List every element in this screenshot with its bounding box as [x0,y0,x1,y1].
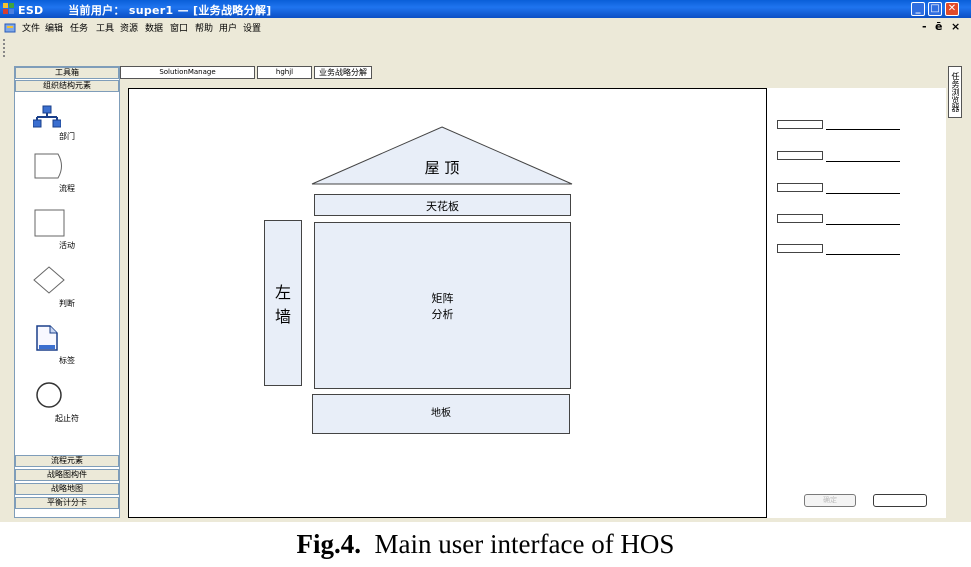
activity-icon [34,209,65,237]
tool-terminator-label: 起止符 [55,414,79,423]
menu-window[interactable]: 窗口 [170,21,188,34]
terminator-circle-icon [36,382,62,408]
tool-process[interactable]: 流程 [15,153,119,193]
document-tabs: SolutionManage hghjl 业务战略分解 [120,66,946,84]
menu-edit[interactable]: 编辑 [45,21,63,34]
figure-caption: Fig.4. Main user interface of HOS [0,524,971,564]
close-button[interactable]: ✕ [945,2,959,16]
tool-process-label: 流程 [59,184,75,193]
property-line-1 [826,129,900,130]
menu-resources[interactable]: 资源 [120,21,138,34]
toolbox-header[interactable]: 工具箱 [15,67,119,79]
toolbox-section-org[interactable]: 组织结构元素 [15,80,119,92]
menu-user[interactable]: 用户 [219,21,237,34]
toolbox-section-strategy-parts[interactable]: 战略图构件 [15,469,119,481]
mdi-close-button[interactable]: × [951,20,960,33]
property-line-5 [826,254,900,255]
tool-terminator[interactable]: 起止符 [15,381,119,425]
menu-file[interactable]: 文件 [22,21,40,34]
toolbar-grip[interactable] [3,39,6,57]
mdi-minimize-button[interactable]: - [922,20,927,33]
property-input-2[interactable] [777,151,823,160]
tab-solution-manage[interactable]: SolutionManage [120,66,255,79]
title-bar: ESD 当前用户： super1 — [业务战略分解] _ □ ✕ [0,0,971,18]
tool-label-label: 标签 [59,356,75,365]
property-input-1[interactable] [777,120,823,129]
matrix-analysis-box[interactable]: 矩阵 分析 [314,222,571,389]
menu-help[interactable]: 帮助 [195,21,213,34]
tool-decision-label: 判断 [59,299,75,308]
toolbox-section-strategy-map[interactable]: 战略地图 [15,483,119,495]
roof-label: 屋 顶 [424,159,460,177]
tab-strategy-decomposition[interactable]: 业务战略分解 [314,66,372,79]
secondary-button[interactable] [873,494,927,507]
left-wall-label-1: 左 [274,283,291,302]
window-title: ESD 当前用户： super1 — [业务战略分解] [18,4,272,17]
tool-activity-label: 活动 [59,241,75,250]
toolbox-panel: 工具箱 组织结构元素 部门 流程 活动 判断 标签 起止符 流程元素 战略图构件… [14,66,120,518]
department-icon [33,105,61,128]
minimize-button[interactable]: _ [911,2,925,16]
property-line-4 [826,224,900,225]
tool-label[interactable]: 标签 [15,325,119,365]
app-icon [3,3,14,14]
app-window: ESD 当前用户： super1 — [业务战略分解] _ □ ✕ 文件 编辑 … [0,0,971,522]
property-line-3 [826,193,900,194]
tool-department[interactable]: 部门 [15,105,119,141]
figure-number: Fig.4. [296,529,362,559]
matrix-label-2: 分析 [431,308,454,321]
menu-settings[interactable]: 设置 [243,21,261,34]
tool-department-label: 部门 [59,132,75,141]
menu-bar: 文件 编辑 任务 工具 资源 数据 窗口 帮助 用户 设置 - ē × [0,18,971,38]
floor-box[interactable]: 地板 [312,394,570,434]
property-input-4[interactable] [777,214,823,223]
menu-data[interactable]: 数据 [145,21,163,34]
toolbox-section-scorecard[interactable]: 平衡计分卡 [15,497,119,509]
left-wall-label-2: 墙 [274,307,291,326]
matrix-label-1: 矩阵 [431,292,454,305]
maximize-button[interactable]: □ [928,2,942,16]
left-wall-box[interactable]: 左 墙 [264,220,302,386]
document-icon [4,23,16,33]
figure-caption-text: Main user interface of HOS [374,529,675,559]
tool-decision[interactable]: 判断 [15,266,119,308]
property-line-2 [826,161,900,162]
menu-task[interactable]: 任务 [70,21,88,34]
task-browser-tab[interactable]: 任务浏览器 [948,66,962,118]
ceiling-box[interactable]: 天花板 [314,194,571,216]
menu-tools[interactable]: 工具 [96,21,114,34]
ceiling-label: 天花板 [426,200,459,213]
toolbox-section-process[interactable]: 流程元素 [15,455,119,467]
property-input-5[interactable] [777,244,823,253]
decision-diamond-icon [33,266,65,294]
tab-hghjl[interactable]: hghjl [257,66,312,79]
process-icon [34,153,62,179]
confirm-button[interactable]: 确定 [804,494,856,507]
mdi-restore-button[interactable]: ē [935,20,942,33]
right-dock-strip [962,66,971,518]
label-document-icon [36,325,58,351]
floor-label: 地板 [431,408,451,419]
tool-activity[interactable]: 活动 [15,209,119,250]
property-input-3[interactable] [777,183,823,192]
